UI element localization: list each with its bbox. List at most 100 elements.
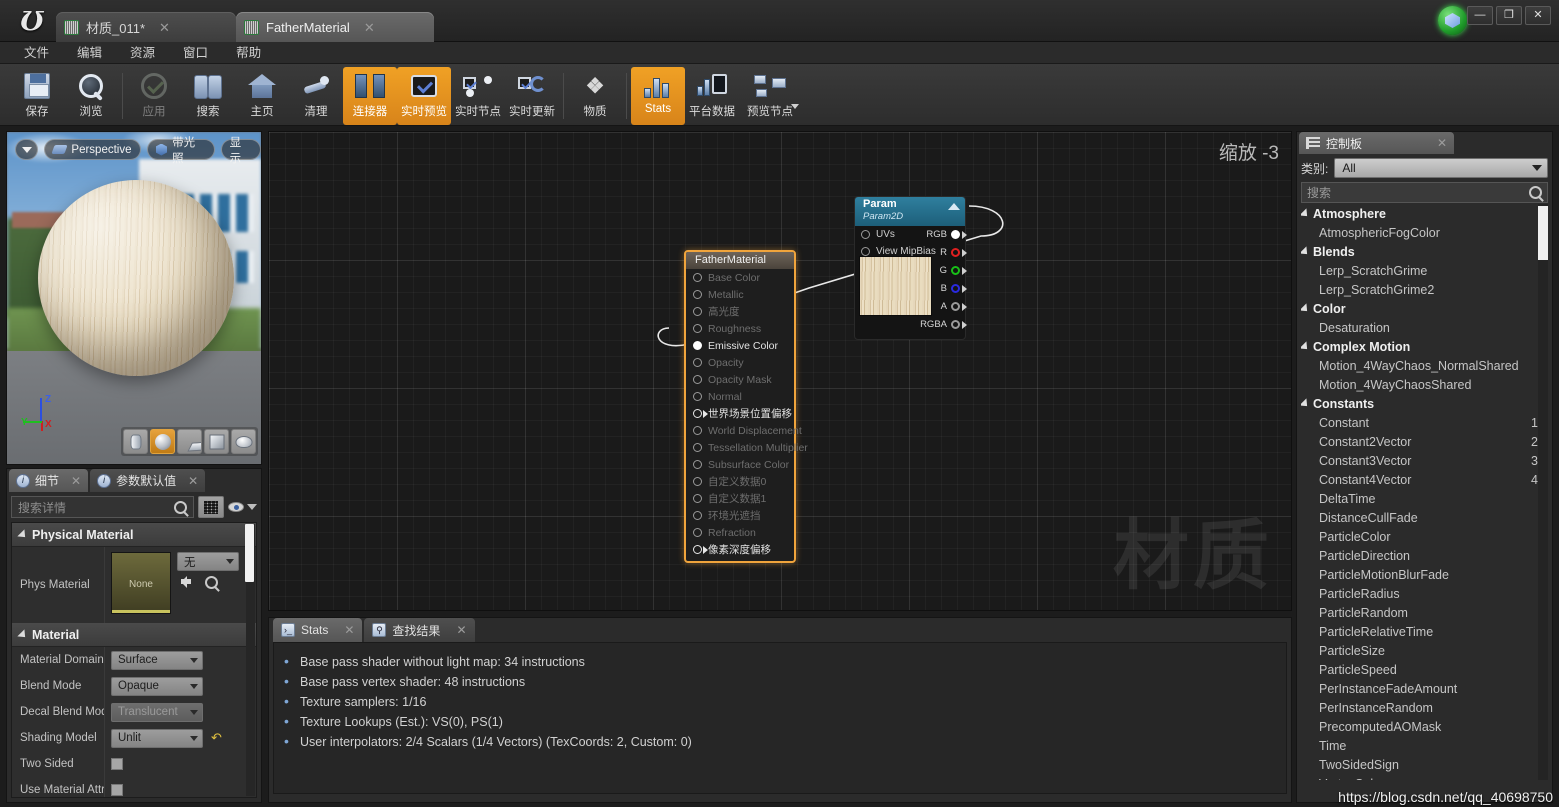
browse-to-asset-icon[interactable] (205, 576, 218, 589)
two-sided-checkbox[interactable] (111, 758, 123, 770)
tab-parameter-defaults[interactable]: i 参数默认值 ✕ (90, 469, 206, 492)
pin-arrow-icon[interactable] (693, 545, 708, 554)
chevron-up-icon[interactable] (948, 203, 960, 210)
node-header[interactable]: Param Param2D (855, 197, 965, 226)
pin-dot-icon[interactable] (951, 248, 967, 257)
material-graph-canvas[interactable]: 缩放 -3 材质 FatherMaterial Base Color Metal… (268, 131, 1292, 611)
toolbar-stats-button[interactable]: Stats (631, 67, 685, 125)
node-pin[interactable]: Roughness (686, 320, 794, 337)
node-pin[interactable]: Opacity (686, 354, 794, 371)
palette-search-input[interactable]: 搜索 (1301, 182, 1548, 203)
toolbar-material-button[interactable]: ❖ 物质 (568, 67, 622, 125)
node-pin[interactable]: Opacity Mask (686, 371, 794, 388)
viewport-lighting-mode-button[interactable]: 带光照 (146, 137, 215, 165)
node-pin-emissive-color[interactable]: Emissive Color (686, 337, 794, 354)
palette-item[interactable]: PerInstanceFadeAmount (1301, 679, 1548, 698)
node-pin-pixel-depth-offset[interactable]: 像素深度偏移 (686, 541, 794, 558)
palette-item[interactable]: Time (1301, 736, 1548, 755)
toolbar-apply-button[interactable]: 应用 (127, 67, 181, 125)
toolbar-clean-button[interactable]: 清理 (289, 67, 343, 125)
tab-details[interactable]: i 细节 ✕ (9, 469, 89, 492)
viewport-show-menu-button[interactable]: 显示 (220, 137, 261, 165)
pin-dot-icon[interactable] (693, 477, 702, 486)
close-icon[interactable]: ✕ (159, 21, 170, 34)
palette-item[interactable]: TwoSidedSign (1301, 755, 1548, 774)
pin-dot-icon[interactable] (951, 320, 967, 329)
details-scrollbar-track[interactable] (245, 524, 255, 796)
disclosure-triangle-icon[interactable] (17, 528, 29, 541)
category-combo[interactable]: All (1334, 158, 1548, 178)
pin-dot-icon[interactable] (693, 324, 702, 333)
asset-picker-combo[interactable]: 无 (177, 552, 239, 571)
material-preview-viewport[interactable]: Perspective 带光照 显示 Z X Y (6, 131, 262, 465)
pin-dot-icon[interactable] (693, 426, 702, 435)
node-pin[interactable]: 自定义数据0 (686, 473, 794, 490)
node-pin[interactable]: Tessellation Multiplier (686, 439, 808, 456)
node-param-texture-sample[interactable]: Param Param2D UVs View MipBias RGB R G B… (854, 196, 967, 340)
palette-item[interactable]: ParticleSize (1301, 641, 1548, 660)
pin-dot-icon[interactable] (693, 307, 702, 316)
node-father-material[interactable]: FatherMaterial Base Color Metallic 高光度 R… (684, 250, 808, 563)
node-output-a[interactable]: A (941, 301, 967, 312)
use-selected-asset-icon[interactable] (181, 576, 195, 588)
toolbar-save-button[interactable]: 保存 (10, 67, 64, 125)
toolbar-search-button[interactable]: 搜索 (181, 67, 235, 125)
details-scrollbar-thumb[interactable] (245, 524, 254, 582)
close-icon[interactable]: ✕ (456, 623, 466, 637)
pin-dot-icon[interactable] (861, 247, 870, 256)
palette-item[interactable]: Constant3Vector 3 (1301, 451, 1548, 470)
palette-item[interactable]: Lerp_ScratchGrime2 (1301, 280, 1548, 299)
close-icon[interactable]: ✕ (188, 474, 198, 488)
palette-item[interactable]: Constant4Vector 4 (1301, 470, 1548, 489)
pin-arrow-icon[interactable] (693, 409, 708, 418)
node-pin-world-position-offset[interactable]: 世界场景位置偏移 (686, 405, 794, 422)
palette-item[interactable]: ParticleColor (1301, 527, 1548, 546)
shape-sphere-button[interactable] (150, 429, 175, 454)
disclosure-triangle-icon[interactable] (17, 628, 29, 641)
viewport-options-button[interactable] (15, 139, 39, 160)
palette-item[interactable]: DeltaTime (1301, 489, 1548, 508)
toolbar-live-nodes-button[interactable]: 实时节点 (451, 67, 505, 125)
node-pin[interactable]: Metallic (686, 286, 794, 303)
menu-assets[interactable]: 资源 (116, 42, 169, 64)
palette-scrollbar-track[interactable] (1538, 204, 1548, 780)
reset-to-default-icon[interactable]: ↶ (211, 730, 222, 746)
decal-blend-mode-combo[interactable]: Translucent (111, 702, 203, 722)
node-output-b[interactable]: B (941, 283, 967, 294)
toolbar-live-update-button[interactable]: 实时更新 (505, 67, 559, 125)
pin-dot-icon[interactable] (951, 302, 967, 311)
pin-dot-icon[interactable] (693, 460, 702, 469)
pin-dot-icon[interactable] (693, 528, 702, 537)
palette-item[interactable]: Motion_4WayChaosShared (1301, 375, 1548, 394)
node-pin[interactable]: 环境光遮挡 (686, 507, 794, 524)
use-material-attributes-checkbox[interactable] (111, 784, 123, 796)
node-output-rgba[interactable]: RGBA (920, 319, 967, 330)
tab-find-results[interactable]: ⚲ 查找结果 ✕ (364, 618, 475, 642)
palette-item[interactable]: AtmosphericFogColor (1301, 223, 1548, 242)
palette-item[interactable]: Constant 1 (1301, 413, 1548, 432)
close-window-button[interactable]: ✕ (1525, 6, 1551, 25)
section-physical-material[interactable]: Physical Material (12, 523, 256, 547)
toolbar-live-preview-button[interactable]: 实时预览 (397, 67, 451, 125)
palette-item[interactable]: ParticleRadius (1301, 584, 1548, 603)
palette-item[interactable]: Motion_4WayChaos_NormalShared (1301, 356, 1548, 375)
pin-dot-icon[interactable] (693, 511, 702, 520)
palette-item[interactable]: Constant2Vector 2 (1301, 432, 1548, 451)
node-output-r[interactable]: R (940, 247, 967, 258)
minimize-button[interactable]: — (1467, 6, 1493, 25)
palette-item[interactable]: ParticleSpeed (1301, 660, 1548, 679)
search-input[interactable]: 搜索详情 (11, 496, 194, 518)
palette-group-constants[interactable]: Constants (1301, 394, 1548, 413)
menu-window[interactable]: 窗口 (169, 42, 222, 64)
node-pin[interactable]: 高光度 (686, 303, 794, 320)
palette-item[interactable]: PerInstanceRandom (1301, 698, 1548, 717)
palette-node-list[interactable]: Atmosphere AtmosphericFogColor Blends Le… (1301, 204, 1548, 780)
section-material[interactable]: Material (12, 623, 256, 647)
shape-teapot-button[interactable] (231, 429, 256, 454)
pin-dot-icon[interactable] (693, 392, 702, 401)
palette-group-atmosphere[interactable]: Atmosphere (1301, 204, 1548, 223)
tab-stats[interactable]: ›_ Stats ✕ (273, 618, 363, 642)
preview-mesh-sphere[interactable] (38, 180, 234, 376)
menu-edit[interactable]: 编辑 (63, 42, 116, 64)
close-icon[interactable]: ✕ (71, 474, 81, 488)
